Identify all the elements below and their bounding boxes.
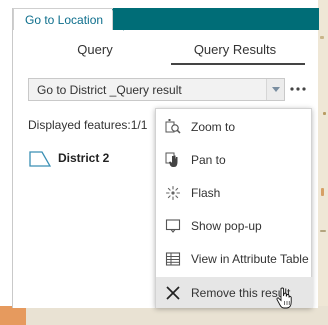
menu-item-view-attribute-table[interactable]: View in Attribute Table <box>156 243 313 276</box>
polygon-icon <box>29 151 51 167</box>
hand-cursor-icon <box>276 287 292 309</box>
menu-item-zoom-to[interactable]: Zoom to <box>156 111 313 144</box>
menu-item-label: Zoom to <box>191 120 236 134</box>
table-icon <box>165 252 181 266</box>
pan-to-icon <box>165 152 178 167</box>
menu-item-show-popup[interactable]: Show pop-up <box>156 210 313 243</box>
menu-item-pan-to[interactable]: Pan to <box>156 144 313 177</box>
menu-item-label: Pan to <box>191 153 226 167</box>
tab-query-results[interactable]: Query Results <box>165 39 305 65</box>
more-options-button[interactable] <box>289 80 307 98</box>
tab-bar: Query Query Results <box>13 39 319 65</box>
menu-item-label: View in Attribute Table <box>191 252 309 266</box>
result-actions-menu: Zoom to Pan to Flash Show pop-up View in… <box>155 108 313 308</box>
tab-query-label: Query <box>77 42 113 57</box>
menu-item-label: Flash <box>191 186 221 200</box>
menu-item-flash[interactable]: Flash <box>156 177 313 210</box>
result-item-label: District 2 <box>58 151 110 165</box>
close-icon <box>166 286 180 300</box>
menu-item-label: Show pop-up <box>191 219 262 233</box>
map-feature <box>320 36 324 39</box>
more-horizontal-icon <box>290 87 306 91</box>
flash-icon <box>165 185 181 201</box>
panel-header: Go to Location <box>13 8 319 31</box>
map-feature <box>320 230 326 232</box>
active-tab-indicator <box>171 63 305 65</box>
popup-icon <box>165 219 181 233</box>
result-layer-select[interactable]: Go to District _Query result <box>28 78 285 101</box>
map-feature <box>323 112 326 115</box>
map-feature <box>321 188 324 196</box>
select-dropdown-button[interactable] <box>266 79 284 100</box>
zoom-to-icon <box>165 119 181 134</box>
tab-query[interactable]: Query <box>25 39 165 65</box>
map-feature <box>0 306 26 325</box>
chevron-down-icon <box>272 87 280 92</box>
panel-title-tab[interactable]: Go to Location <box>13 8 124 31</box>
result-layer-select-value: Go to District _Query result <box>37 83 182 97</box>
map-background <box>318 0 328 325</box>
panel-title: Go to Location <box>25 13 104 27</box>
tab-query-results-label: Query Results <box>193 42 277 57</box>
displayed-features-count: Displayed features:1/1 <box>28 118 148 132</box>
result-item[interactable]: District 2 <box>29 148 169 172</box>
